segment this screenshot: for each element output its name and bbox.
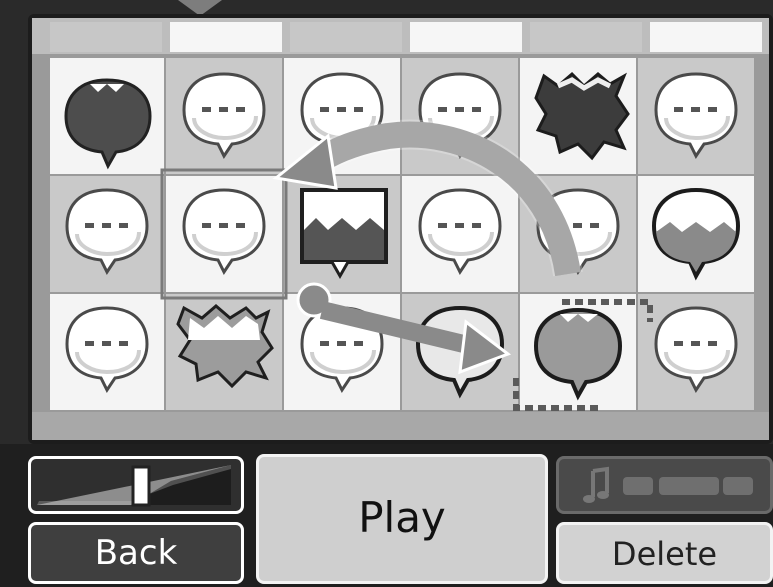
slider-icon <box>37 465 231 507</box>
column-header-4 <box>410 22 522 52</box>
control-bar: Back Play Delete <box>0 444 773 587</box>
sequencer-grid <box>32 18 769 440</box>
tempo-slider[interactable] <box>28 456 244 514</box>
music-note-icon <box>583 466 753 503</box>
column-header-2 <box>170 22 282 52</box>
column-header-1 <box>50 22 162 52</box>
slider-handle[interactable] <box>131 465 151 507</box>
column-header-5 <box>530 22 642 52</box>
delete-button[interactable]: Delete <box>556 522 773 584</box>
column-header-6 <box>650 22 762 52</box>
back-button-label: Back <box>94 533 178 573</box>
column-header-3 <box>290 22 402 52</box>
grid-cells <box>50 58 754 410</box>
delete-button-label: Delete <box>611 535 718 573</box>
back-button[interactable]: Back <box>28 522 244 584</box>
game-screen: Back Play Delete <box>0 0 773 587</box>
bubble-r2c3-square-wave[interactable] <box>300 188 388 280</box>
play-button-label: Play <box>358 493 446 542</box>
sequencer-board <box>28 14 773 444</box>
play-button[interactable]: Play <box>256 454 548 584</box>
sound-button[interactable] <box>556 456 773 514</box>
